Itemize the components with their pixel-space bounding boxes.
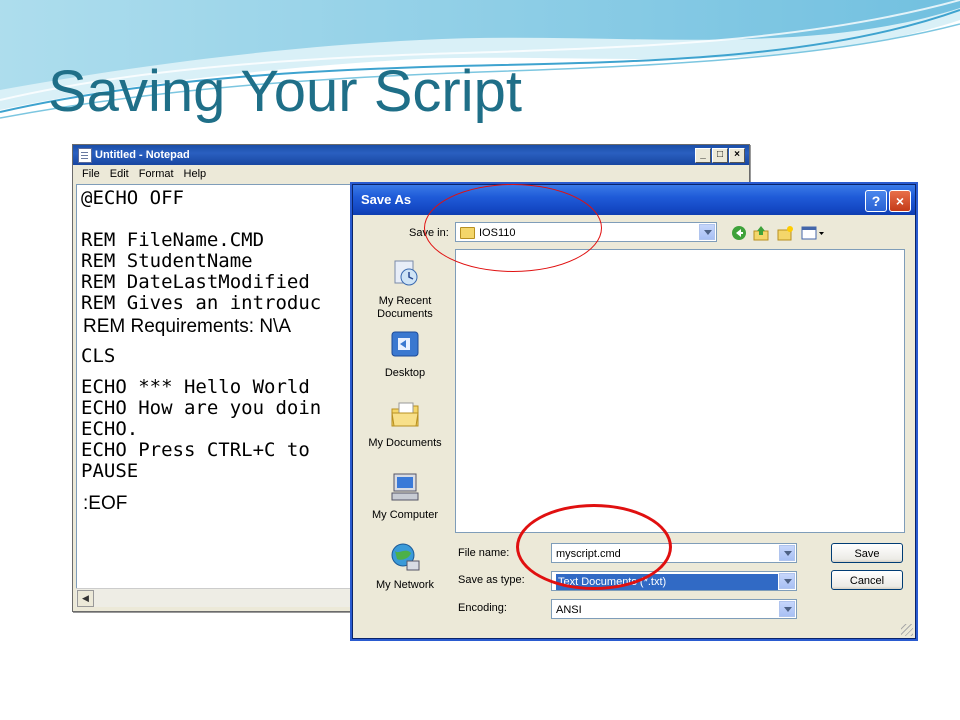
code-line: ECHO How are you doin [81, 397, 322, 419]
code-line: CLS [81, 345, 116, 367]
views-menu-icon[interactable] [801, 225, 825, 241]
save-in-select[interactable]: IOS110 [455, 222, 717, 242]
places-bar: My Recent Documents Desktop My Documents… [361, 249, 449, 591]
chevron-down-icon[interactable] [699, 224, 715, 240]
file-list[interactable] [455, 249, 905, 533]
code-line: REM Gives an introduc [81, 292, 322, 314]
my-documents-icon [391, 402, 419, 427]
close-button[interactable]: × [729, 148, 745, 163]
place-my-network[interactable]: My Network [361, 541, 449, 591]
cancel-button[interactable]: Cancel [831, 570, 903, 590]
file-name-value: myscript.cmd [556, 548, 621, 560]
save-as-dialog[interactable]: Save As ? × Save in: IOS110 My Recent Do… [352, 184, 916, 639]
chevron-down-icon[interactable] [779, 601, 795, 617]
notepad-menubar: File Edit Format Help [73, 165, 749, 183]
minimize-button[interactable]: _ [695, 148, 711, 163]
place-my-documents[interactable]: My Documents [361, 399, 449, 449]
recent-documents-icon [394, 260, 418, 286]
menu-edit[interactable]: Edit [105, 165, 134, 183]
notepad-titlebar[interactable]: Untitled - Notepad _ □ × [73, 145, 749, 165]
place-label: Desktop [384, 367, 426, 379]
place-desktop[interactable]: Desktop [361, 329, 449, 379]
file-name-label: File name: [458, 547, 510, 559]
code-line: REM DateLastModified [81, 271, 310, 293]
code-line: :EOF [83, 493, 128, 514]
menu-help[interactable]: Help [179, 165, 212, 183]
code-line: REM StudentName [81, 250, 253, 272]
maximize-button[interactable]: □ [712, 148, 728, 163]
code-line: REM FileName.CMD [81, 229, 265, 251]
place-label: My Computer [371, 509, 439, 521]
new-folder-icon[interactable] [777, 225, 793, 241]
save-button[interactable]: Save [831, 543, 903, 563]
save-as-type-select[interactable]: Text Documents (*.txt) [551, 571, 797, 591]
dialog-title: Save As [361, 192, 412, 207]
resize-grip[interactable] [901, 624, 913, 636]
place-my-computer[interactable]: My Computer [361, 471, 449, 521]
menu-file[interactable]: File [77, 165, 105, 183]
place-my-recent-documents[interactable]: My Recent Documents [361, 257, 449, 321]
notepad-title: Untitled - Notepad [95, 149, 190, 161]
folder-icon [460, 227, 475, 240]
encoding-value: ANSI [556, 604, 582, 616]
place-label: My Recent Documents [377, 295, 433, 320]
save-in-value: IOS110 [479, 227, 516, 239]
code-line: PAUSE [81, 460, 139, 482]
slide-title: Saving Your Script [48, 59, 522, 124]
my-network-icon [391, 543, 420, 571]
code-line: @ECHO OFF [81, 187, 184, 209]
chevron-down-icon[interactable] [779, 545, 795, 561]
code-line: REM Requirements: N\A [83, 316, 292, 337]
place-label: My Documents [368, 437, 442, 449]
menu-format[interactable]: Format [134, 165, 179, 183]
chevron-down-icon[interactable] [779, 573, 795, 589]
help-button[interactable]: ? [865, 190, 887, 212]
save-as-type-value: Text Documents (*.txt) [556, 574, 778, 590]
encoding-label: Encoding: [458, 602, 507, 614]
my-computer-icon [391, 473, 419, 501]
save-in-label: Save in: [409, 227, 449, 239]
encoding-select[interactable]: ANSI [551, 599, 797, 619]
scroll-left-icon[interactable]: ◀ [77, 590, 94, 607]
dialog-close-button[interactable]: × [889, 190, 911, 212]
code-line: ECHO *** Hello World [81, 376, 310, 398]
file-name-input[interactable]: myscript.cmd [551, 543, 797, 563]
code-line: ECHO. [81, 418, 139, 440]
dialog-titlebar[interactable]: Save As ? × [353, 185, 915, 215]
back-icon[interactable] [731, 225, 747, 241]
desktop-icon [391, 331, 419, 357]
notepad-icon [78, 148, 92, 163]
save-as-type-label: Save as type: [458, 574, 525, 586]
place-label: My Network [375, 579, 435, 591]
code-line: ECHO Press CTRL+C to [81, 439, 310, 461]
up-folder-icon[interactable] [753, 225, 769, 241]
